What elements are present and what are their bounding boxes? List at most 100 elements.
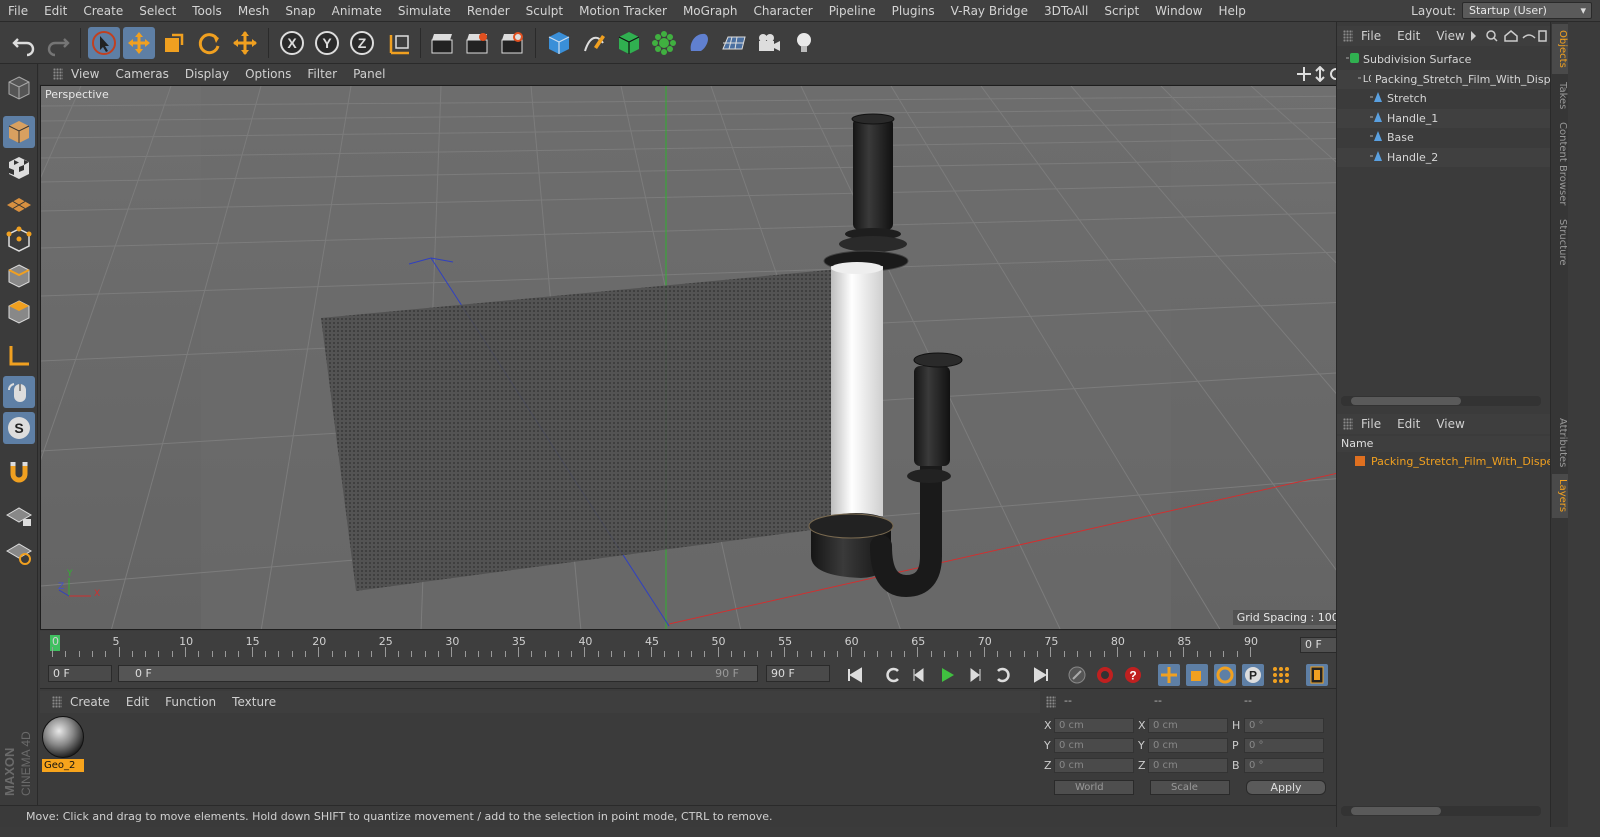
menu-snap[interactable]: Snap (277, 0, 323, 22)
light-object-button[interactable] (788, 27, 820, 59)
key-scale-button[interactable] (1186, 664, 1208, 686)
menu-help[interactable]: Help (1210, 0, 1253, 22)
layers-menu-view[interactable]: View (1428, 417, 1472, 431)
tab-takes[interactable]: Takes (1552, 76, 1568, 116)
apply-button[interactable]: Apply (1246, 780, 1326, 795)
layer-grip-icon[interactable] (1343, 418, 1353, 430)
menu-character[interactable]: Character (745, 0, 820, 22)
menu-create[interactable]: Create (75, 0, 131, 22)
menu-motion-tracker[interactable]: Motion Tracker (571, 0, 675, 22)
tab-attributes[interactable]: Attributes (1552, 414, 1568, 472)
play-button[interactable] (936, 664, 958, 686)
menu-select[interactable]: Select (131, 0, 184, 22)
object-scrollbar[interactable] (1341, 396, 1541, 406)
tab-objects[interactable]: Objects (1552, 24, 1568, 74)
viewport-menu-filter[interactable]: Filter (299, 67, 345, 81)
coordinate-system-button[interactable] (383, 27, 415, 59)
object-tree-row[interactable]: Stretch (1337, 89, 1551, 108)
polygons-mode-button[interactable] (3, 296, 35, 328)
viewport-menu-options[interactable]: Options (237, 67, 299, 81)
material-menu-texture[interactable]: Texture (224, 695, 284, 709)
object-tree-row[interactable]: Handle_1 (1337, 108, 1551, 128)
size-z-field[interactable]: 0 cm (1148, 758, 1228, 773)
layers-menu-edit[interactable]: Edit (1389, 417, 1428, 431)
menu-pipeline[interactable]: Pipeline (821, 0, 884, 22)
next-key-button[interactable] (992, 664, 1014, 686)
size-x-field[interactable]: 0 cm (1148, 718, 1228, 733)
menu-animate[interactable]: Animate (324, 0, 390, 22)
object-tree-row[interactable]: L0 Packing_Stretch_Film_With_Dispenser (1337, 69, 1551, 89)
deformer-button[interactable] (683, 27, 715, 59)
workplane-mode-button[interactable] (3, 188, 35, 220)
render-settings-button[interactable] (496, 27, 528, 59)
lock-workplane-button[interactable] (3, 500, 35, 532)
snap-button[interactable]: S (3, 412, 35, 444)
goto-start-button[interactable] (844, 664, 866, 686)
magnet-button[interactable] (3, 456, 35, 488)
frame-ruler[interactable]: 0 5 10 15 20 25 30 35 40 45 50 55 60 65 70 75 80 85 90 (50, 635, 1258, 659)
viewport-menu-panel[interactable]: Panel (345, 67, 393, 81)
menu-window[interactable]: Window (1147, 0, 1210, 22)
cube-object-button[interactable] (543, 27, 575, 59)
material-menu-function[interactable]: Function (157, 695, 224, 709)
render-view-button[interactable] (426, 27, 458, 59)
tab-layers[interactable]: Layers (1552, 474, 1568, 518)
object-grip-icon[interactable] (1343, 30, 1353, 42)
object-manager-tools-icons[interactable] (1467, 29, 1547, 43)
size-mode-select[interactable]: Scale (1150, 780, 1230, 795)
z-axis-lock-button[interactable]: Z (346, 27, 378, 59)
panel-grip-icon[interactable] (53, 68, 63, 80)
rot-b-field[interactable]: 0 ° (1244, 758, 1324, 773)
enable-axis-button[interactable] (3, 340, 35, 372)
key-pla-button[interactable] (1270, 664, 1292, 686)
rot-p-field[interactable]: 0 ° (1244, 738, 1324, 753)
rot-h-field[interactable]: 0 ° (1244, 718, 1324, 733)
record-keys-button[interactable] (1066, 664, 1088, 686)
viewport-menu-view[interactable]: View (63, 67, 107, 81)
size-y-field[interactable]: 0 cm (1148, 738, 1228, 753)
start-frame-field[interactable]: 0 F (48, 665, 112, 682)
menu-render[interactable]: Render (459, 0, 518, 22)
layers-menu-file[interactable]: File (1353, 417, 1389, 431)
spline-pen-button[interactable] (578, 27, 610, 59)
y-axis-lock-button[interactable]: Y (311, 27, 343, 59)
menu-simulate[interactable]: Simulate (390, 0, 459, 22)
pos-x-field[interactable]: 0 cm (1054, 718, 1134, 733)
menu-file[interactable]: File (0, 0, 36, 22)
subdivision-surface-button[interactable] (613, 27, 645, 59)
layout-select[interactable]: Startup (User) (1462, 2, 1592, 19)
end-frame-field[interactable]: 90 F (766, 665, 830, 682)
next-frame-button[interactable] (964, 664, 986, 686)
autokey-button[interactable] (1094, 664, 1116, 686)
camera-object-button[interactable] (753, 27, 785, 59)
make-editable-button[interactable] (3, 72, 35, 104)
key-rotation-button[interactable] (1214, 664, 1236, 686)
key-position-button[interactable] (1158, 664, 1180, 686)
goto-end-button[interactable] (1030, 664, 1052, 686)
floor-object-button[interactable] (718, 27, 750, 59)
redo-button[interactable] (42, 27, 74, 59)
layer-color-swatch[interactable] (1355, 456, 1365, 466)
perspective-viewport[interactable]: Perspective Y X Z Grid Spacing : 100 cm (40, 85, 1368, 630)
tab-structure[interactable]: Structure (1552, 212, 1568, 272)
previous-key-button[interactable] (882, 664, 904, 686)
cloner-button[interactable] (648, 27, 680, 59)
undo-button[interactable] (8, 27, 40, 59)
menu-edit[interactable]: Edit (36, 0, 75, 22)
material-name[interactable]: Geo_2 (42, 759, 84, 772)
menu-sculpt[interactable]: Sculpt (518, 0, 571, 22)
coordinate-mode-select[interactable]: World (1054, 780, 1134, 795)
model-mode-button[interactable] (3, 116, 35, 148)
objects-menu-edit[interactable]: Edit (1389, 29, 1428, 43)
texture-mode-button[interactable] (3, 152, 35, 184)
objects-menu-file[interactable]: File (1353, 29, 1389, 43)
keyframe-selection-button[interactable]: ? (1122, 664, 1144, 686)
pos-y-field[interactable]: 0 cm (1054, 738, 1134, 753)
transform-tool-button[interactable] (229, 27, 261, 59)
rotate-tool-button[interactable] (193, 27, 225, 59)
tweak-mode-button[interactable] (3, 376, 35, 408)
layer-scrollbar[interactable] (1341, 806, 1541, 816)
timeline-window-button[interactable] (1306, 664, 1328, 686)
object-tree-row[interactable]: Base (1337, 128, 1551, 147)
menu-3dtoall[interactable]: 3DToAll (1036, 0, 1096, 22)
